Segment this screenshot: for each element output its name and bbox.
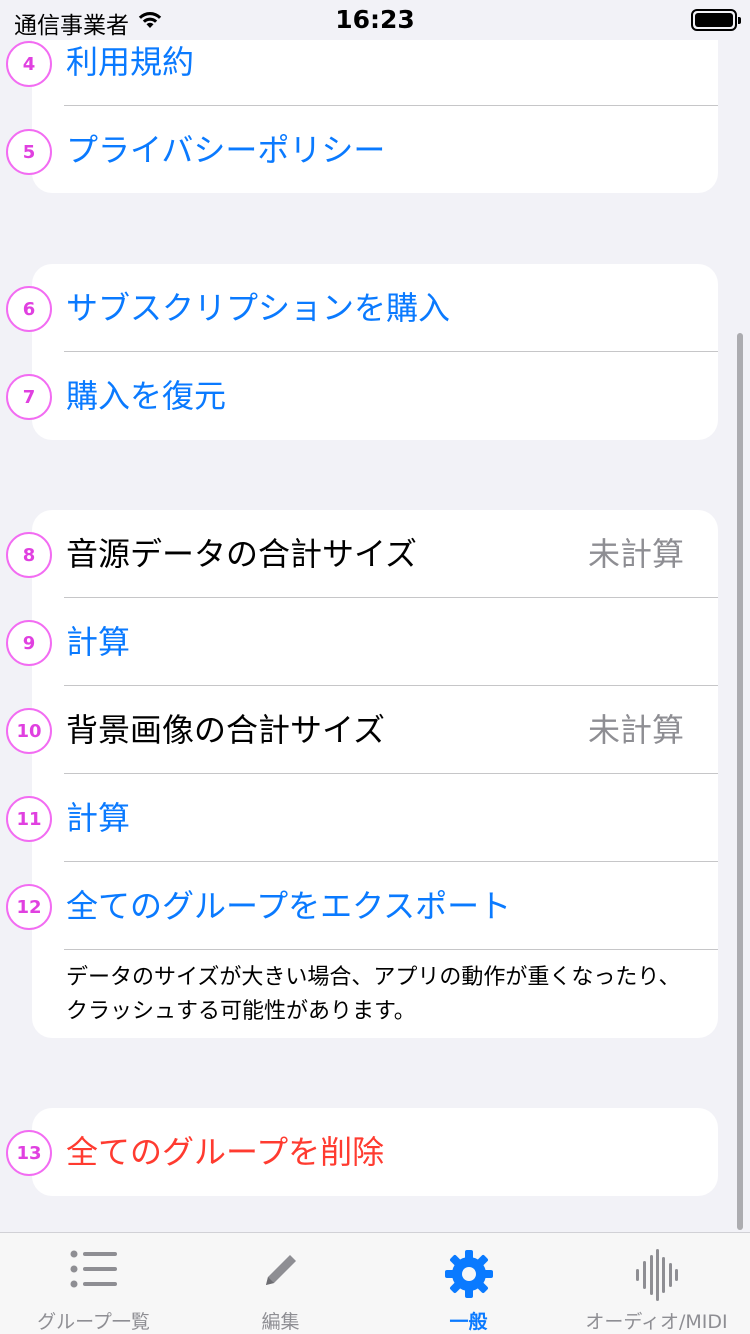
scroll-indicator[interactable] bbox=[737, 333, 743, 1230]
export-warning-line-2: クラッシュする可能性があります。 bbox=[66, 999, 416, 1024]
calculate-audio-row[interactable]: 計算 bbox=[32, 598, 718, 686]
danger-section: 全てのグループを削除 bbox=[32, 1108, 718, 1196]
pencil-icon bbox=[265, 1255, 296, 1285]
storage-section: 音源データの合計サイズ 未計算 計算 背景画像の合計サイズ 未計算 計算 全ての… bbox=[32, 510, 718, 1038]
background-size-value: 未計算 bbox=[587, 711, 684, 749]
privacy-policy-row[interactable]: プライバシーポリシー bbox=[32, 106, 718, 194]
export-warning-line-1: データのサイズが大きい場合、アプリの動作が重くなったり、 bbox=[66, 965, 681, 990]
annotation-badge: 4 bbox=[6, 41, 52, 87]
delete-all-row[interactable]: 全てのグループを削除 bbox=[32, 1108, 718, 1196]
subscribe-label: サブスクリプションを購入 bbox=[66, 289, 451, 327]
audio-size-row: 音源データの合計サイズ 未計算 bbox=[32, 510, 718, 598]
annotation-badge: 10 bbox=[6, 708, 52, 754]
subscribe-row[interactable]: サブスクリプションを購入 bbox=[32, 264, 718, 352]
tab-label: 一般 bbox=[449, 1311, 488, 1333]
calculate-background-row[interactable]: 計算 bbox=[32, 774, 718, 862]
tab-bar: グループ一覧 編集 一般 オーディオ/MIDI bbox=[0, 1232, 750, 1334]
gear-icon bbox=[444, 1250, 493, 1298]
tab-audio-midi[interactable]: オーディオ/MIDI bbox=[563, 1233, 750, 1334]
clock: 16:23 bbox=[335, 5, 415, 34]
annotation-badge: 6 bbox=[6, 286, 52, 332]
divider bbox=[64, 949, 718, 950]
tab-label: オーディオ/MIDI bbox=[585, 1311, 728, 1333]
tab-general[interactable]: 一般 bbox=[375, 1233, 562, 1334]
annotation-badge: 8 bbox=[6, 532, 52, 578]
audio-size-value: 未計算 bbox=[587, 535, 684, 573]
tab-edit[interactable]: 編集 bbox=[187, 1233, 374, 1334]
background-size-row: 背景画像の合計サイズ 未計算 bbox=[32, 686, 718, 774]
audio-size-label: 音源データの合計サイズ bbox=[66, 535, 418, 573]
annotation-badge: 11 bbox=[6, 796, 52, 842]
calculate-background-label: 計算 bbox=[66, 799, 131, 837]
status-bar: 通信事業者 16:23 bbox=[0, 0, 750, 40]
export-all-label: 全てのグループをエクスポート bbox=[66, 887, 512, 925]
tab-label: グループ一覧 bbox=[37, 1311, 150, 1333]
waveform-icon bbox=[635, 1249, 678, 1301]
annotation-badge: 12 bbox=[6, 884, 52, 930]
delete-all-label: 全てのグループを削除 bbox=[66, 1133, 385, 1171]
annotation-badge: 13 bbox=[6, 1130, 52, 1176]
purchase-section: サブスクリプションを購入 購入を復元 bbox=[32, 264, 718, 440]
list-icon bbox=[70, 1250, 117, 1288]
annotation-badge: 5 bbox=[6, 129, 52, 175]
tab-group-list[interactable]: グループ一覧 bbox=[0, 1233, 187, 1334]
tab-label: 編集 bbox=[261, 1311, 300, 1333]
restore-purchase-label: 購入を復元 bbox=[66, 377, 227, 415]
background-size-label: 背景画像の合計サイズ bbox=[66, 711, 386, 749]
restore-purchase-row[interactable]: 購入を復元 bbox=[32, 352, 718, 440]
export-warning-note: データのサイズが大きい場合、アプリの動作が重くなったり、 クラッシュする可能性が… bbox=[66, 961, 706, 1029]
annotation-badge: 7 bbox=[6, 374, 52, 420]
annotation-badge: 9 bbox=[6, 620, 52, 666]
battery-icon bbox=[691, 9, 741, 31]
calculate-audio-label: 計算 bbox=[66, 623, 131, 661]
export-all-row[interactable]: 全てのグループをエクスポート bbox=[32, 862, 718, 950]
privacy-policy-label: プライバシーポリシー bbox=[66, 131, 386, 169]
